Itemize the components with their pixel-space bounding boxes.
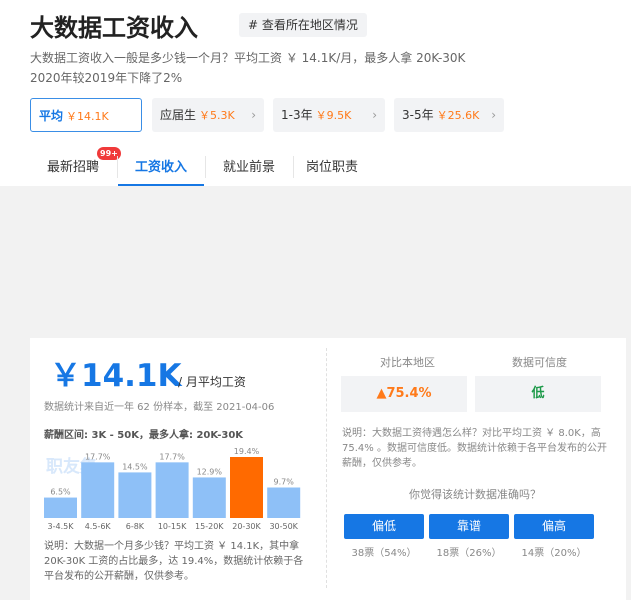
salary-distribution-chart: 6.5% 3-4.5K 17.7% 4.5-6K 14.5% 6-8K 17.7% 10-15… bbox=[44, 447, 301, 531]
exp-tab-3-5-years[interactable]: 3-5年 ￥25.6K › bbox=[394, 98, 504, 132]
exp-tab-value: ￥14.1K bbox=[66, 110, 109, 123]
exp-tab-value: ￥5.3K bbox=[199, 109, 235, 122]
bar-value-label: 9.7% bbox=[274, 478, 295, 487]
page-title: 大数据工资收入 bbox=[30, 14, 198, 42]
stats-source-note: 数据统计来自近一年 62 份样本，截至 2021-04-06 bbox=[44, 402, 275, 413]
bar-15-20K bbox=[192, 477, 226, 518]
salary-summary: 大数据工资收入一般是多少钱一个月？平均工资 ￥ 14.1K/月，最多人拿 20K… bbox=[30, 48, 590, 88]
bar-20-30K bbox=[230, 457, 263, 518]
bar-value-label: 12.9% bbox=[197, 467, 223, 476]
x-tick-label: 10-15K bbox=[158, 522, 187, 531]
summary-line-2: 2020年较2019年下降了2% bbox=[30, 71, 183, 85]
bar-10-15K bbox=[155, 462, 189, 518]
bar-value-label: 6.5% bbox=[50, 488, 71, 497]
card-divider bbox=[326, 348, 327, 588]
vote-reliable-count: 18票（26%） bbox=[436, 548, 502, 559]
exp-tab-average[interactable]: 平均 ￥14.1K bbox=[30, 98, 142, 132]
arrow-up-icon: ▲ bbox=[376, 386, 387, 401]
exp-tab-label: 1-3年 bbox=[281, 108, 313, 122]
bar-value-label: 19.4% bbox=[234, 447, 260, 456]
bar-4.5-6K bbox=[81, 462, 115, 518]
tab-label: 最新招聘 bbox=[46, 160, 99, 175]
tab-prospects[interactable]: 就业前景 bbox=[206, 150, 292, 186]
compare-region-box: ▲75.4% bbox=[341, 376, 467, 412]
salary-card: ￥14.1K / 月平均工资 数据统计来自近一年 62 份样本，截至 2021-… bbox=[30, 338, 626, 600]
exp-tab-graduate[interactable]: 应届生 ￥5.3K › bbox=[152, 98, 264, 132]
x-tick-label: 15-20K bbox=[195, 522, 224, 531]
exp-tab-label: 3-5年 bbox=[402, 108, 434, 122]
chart-note: 说明：大数据一个月多少钱？平均工资 ￥ 14.1K，其中拿 20K-30K 工资… bbox=[44, 541, 304, 582]
vote-high-count: 14票（20%） bbox=[521, 548, 587, 559]
trust-value: 低 bbox=[475, 376, 601, 412]
summary-line-1: 大数据工资收入一般是多少钱一个月？平均工资 ￥ 14.1K/月，最多人拿 20K… bbox=[30, 51, 466, 65]
x-tick-label: 6-8K bbox=[126, 522, 145, 531]
tab-latest-jobs[interactable]: 最新招聘 99+ bbox=[30, 147, 121, 186]
average-salary-unit: / 月平均工资 bbox=[178, 375, 246, 389]
tab-salary[interactable]: 工资收入 bbox=[118, 150, 204, 186]
compare-region-title: 对比本地区 bbox=[380, 356, 435, 369]
average-salary-value: ￥14.1K bbox=[50, 358, 182, 394]
view-region-button[interactable]: # 查看所在地区情况 bbox=[239, 13, 367, 37]
tab-duties[interactable]: 岗位职责 bbox=[294, 150, 370, 186]
x-tick-label: 30-50K bbox=[269, 522, 298, 531]
exp-tab-1-3-years[interactable]: 1-3年 ￥9.5K › bbox=[273, 98, 385, 132]
exp-tab-value: ￥9.5K bbox=[315, 109, 352, 122]
bar-value-label: 14.5% bbox=[122, 462, 148, 471]
chevron-right-icon: › bbox=[251, 108, 256, 122]
x-tick-label: 20-30K bbox=[232, 522, 261, 531]
exp-tab-value: ￥25.6K bbox=[436, 109, 480, 122]
bar-30-50K bbox=[267, 487, 301, 518]
chevron-right-icon: › bbox=[372, 108, 377, 122]
section-tabs: 最新招聘 99+ 工资收入 就业前景 岗位职责 bbox=[30, 147, 370, 186]
vote-high-button[interactable]: 偏高 bbox=[514, 514, 594, 539]
bar-value-label: 17.7% bbox=[159, 452, 185, 461]
exp-tab-label: 应届生 bbox=[160, 108, 197, 122]
x-tick-label: 3-4.5K bbox=[48, 522, 75, 531]
vote-reliable-button[interactable]: 靠谱 bbox=[429, 514, 509, 539]
trust-title: 数据可信度 bbox=[512, 356, 567, 369]
vote-low-button[interactable]: 偏低 bbox=[344, 514, 424, 539]
bar-6-8K bbox=[118, 472, 152, 518]
vote-low-count: 38票（54%） bbox=[351, 548, 417, 559]
comparison-note: 说明：大数据工资待遇怎么样？对比平均工资 ￥ 8.0K，高 75.4% 。数据可… bbox=[342, 428, 607, 469]
bar-3-4.5K bbox=[44, 497, 77, 518]
x-tick-label: 4.5-6K bbox=[85, 522, 112, 531]
chevron-right-icon: › bbox=[491, 108, 496, 122]
exp-tab-label: 平均 bbox=[39, 109, 64, 123]
compare-region-value: 75.4% bbox=[386, 386, 432, 401]
poll-question: 你觉得该统计数据准确吗？ bbox=[409, 488, 541, 501]
bar-value-label: 17.7% bbox=[85, 452, 111, 461]
